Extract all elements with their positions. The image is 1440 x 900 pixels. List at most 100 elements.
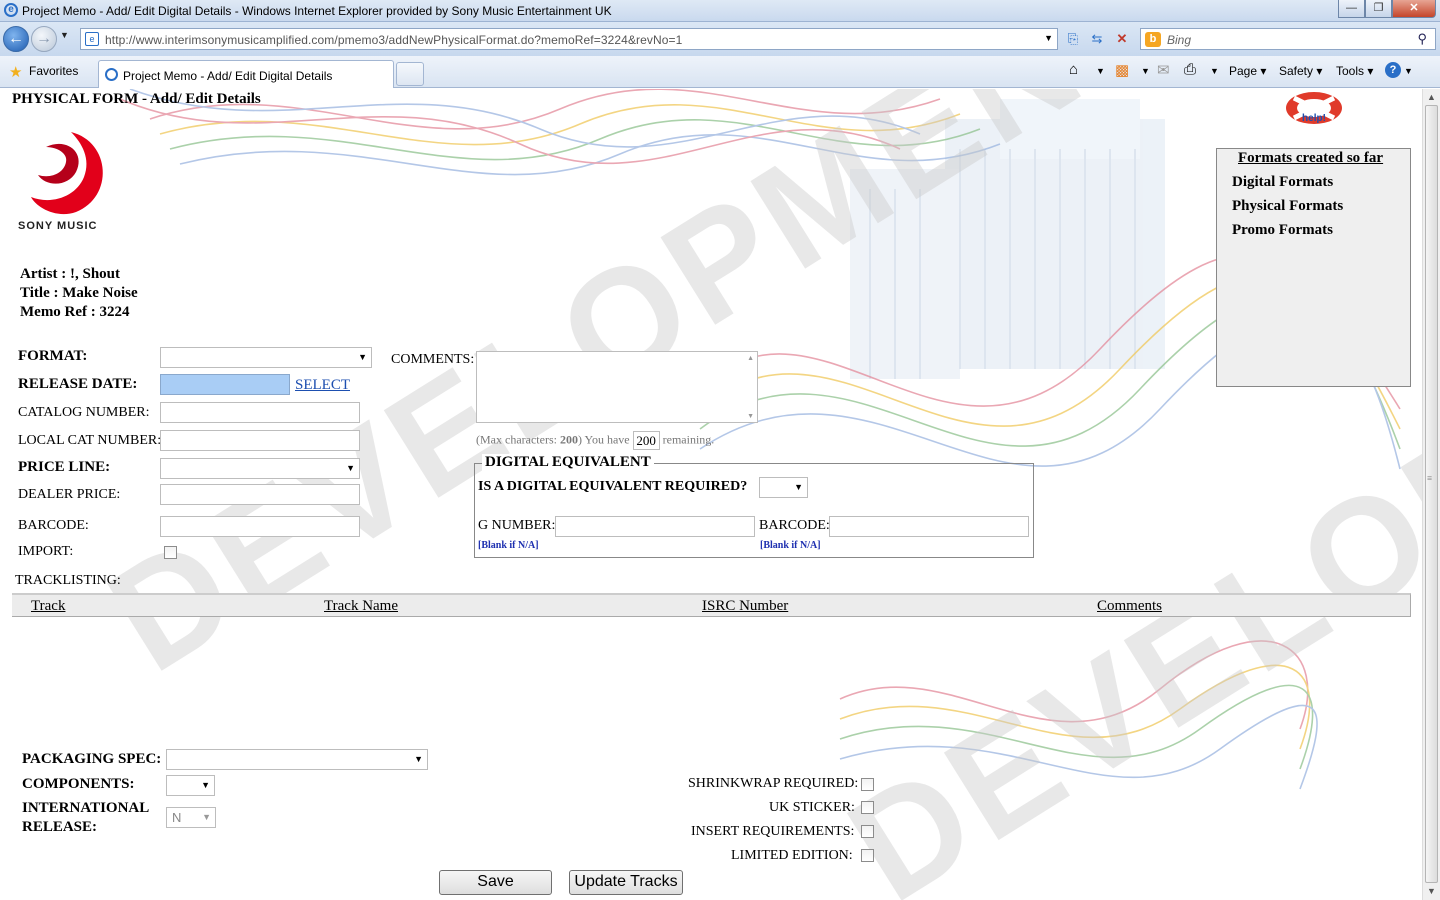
international-release-label-2: RELEASE: (22, 819, 98, 835)
favorites-star-icon[interactable]: ★ (9, 63, 22, 81)
scroll-up-icon[interactable]: ▲ (1427, 92, 1436, 102)
bing-icon: b (1145, 32, 1161, 47)
textarea-scroll-up-icon[interactable]: ▲ (747, 354, 754, 362)
import-checkbox[interactable] (164, 546, 177, 559)
window-titlebar: e Project Memo - Add/ Edit Digital Detai… (0, 0, 1440, 22)
barcode-label: BARCODE: (18, 518, 89, 533)
price-line-select[interactable]: ▼ (160, 458, 360, 479)
browser-tab[interactable]: Project Memo - Add/ Edit Digital Details (98, 60, 394, 88)
shrinkwrap-label: SHRINKWRAP REQUIRED: (688, 776, 859, 791)
search-placeholder: Bing (1167, 33, 1192, 47)
local-cat-number-field[interactable] (160, 430, 360, 451)
search-field[interactable]: b Bing ⚲ (1140, 28, 1436, 50)
page-title: PHYSICAL FORM - Add/ Edit Details (12, 91, 261, 107)
column-track-name[interactable]: Track Name (324, 598, 398, 615)
digital-equivalent-question: IS A DIGITAL EQUIVALENT REQUIRED? (478, 479, 748, 494)
close-button[interactable]: ✕ (1392, 0, 1436, 18)
components-label: COMPONENTS: (22, 776, 135, 792)
update-tracks-button[interactable]: Update Tracks (569, 870, 683, 895)
favorites-button[interactable]: Favorites (29, 64, 78, 78)
compatibility-view-icon[interactable]: ⎘ (1063, 30, 1083, 48)
international-release-select[interactable]: N ▼ (166, 807, 216, 828)
forward-button[interactable]: → (31, 26, 57, 52)
g-number-field[interactable] (555, 516, 755, 537)
insert-requirements-label: INSERT REQUIREMENTS: (691, 824, 855, 839)
tracklisting-label: TRACKLISTING: (15, 573, 121, 588)
tools-menu[interactable]: Tools ▾ (1336, 64, 1373, 78)
ie-icon: e (4, 3, 18, 17)
page-icon: e (85, 32, 99, 46)
comments-textarea[interactable]: ▲ ▼ (476, 351, 758, 423)
recent-pages-dropdown-icon[interactable]: ▼ (60, 30, 69, 40)
new-tab-button[interactable] (396, 62, 424, 86)
back-button[interactable]: ← (3, 26, 29, 52)
artist-info: Artist : !, Shout (20, 266, 120, 282)
digital-barcode-field[interactable] (829, 516, 1029, 537)
column-isrc-number[interactable]: ISRC Number (702, 598, 788, 615)
barcode-field[interactable] (160, 516, 360, 537)
column-track[interactable]: Track (31, 598, 65, 615)
textarea-scroll-down-icon[interactable]: ▼ (747, 412, 754, 420)
home-dropdown-icon[interactable]: ▼ (1096, 66, 1105, 76)
maximize-button[interactable]: ❐ (1365, 0, 1392, 18)
international-release-label-1: INTERNATIONAL (22, 800, 150, 816)
comments-label: COMMENTS: (391, 352, 475, 367)
tools-menu-label: Tools (1336, 64, 1365, 78)
release-date-field[interactable] (160, 374, 290, 395)
insert-requirements-checkbox[interactable] (861, 825, 874, 838)
catalog-number-label: CATALOG NUMBER: (18, 405, 150, 420)
page-content: DEVELOPMENT DEVELOPMENT PHYSICAL FORM - … (0, 89, 1422, 900)
safety-menu-label: Safety (1279, 64, 1314, 78)
read-mail-icon[interactable]: ✉ (1157, 61, 1170, 79)
column-comments[interactable]: Comments (1097, 598, 1162, 615)
select-date-link[interactable]: SELECT (295, 377, 350, 394)
max-chars-number: 200 (559, 432, 578, 447)
catalog-number-field[interactable] (160, 402, 360, 423)
digital-equivalent-select[interactable]: ▼ (759, 477, 808, 498)
page-scrollbar[interactable]: ▲ ≡ ▼ (1422, 89, 1440, 900)
url-field[interactable]: e http://www.interimsonymusicamplified.c… (80, 28, 1058, 50)
format-label: FORMAT: (18, 348, 88, 364)
formats-link-promo[interactable]: Promo Formats (1232, 222, 1333, 239)
format-select[interactable]: ▼ (160, 347, 372, 368)
feeds-dropdown-icon[interactable]: ▼ (1141, 66, 1150, 76)
import-label: IMPORT: (18, 544, 74, 559)
local-cat-number-label: LOCAL CAT NUMBER: (18, 433, 162, 448)
refresh-icon[interactable]: ⇆ (1087, 30, 1107, 48)
components-select[interactable]: ▼ (166, 775, 215, 796)
char-counter: (Max characters: 200) You have 200 remai… (476, 431, 714, 450)
dealer-price-field[interactable] (160, 484, 360, 505)
favorites-bar: ★ Favorites Project Memo - Add/ Edit Dig… (0, 56, 1440, 88)
packaging-spec-label: PACKAGING SPEC: (22, 751, 162, 767)
save-button[interactable]: Save (439, 870, 552, 895)
limited-edition-label: LIMITED EDITION: (731, 848, 853, 863)
feeds-icon[interactable]: ▩ (1115, 61, 1129, 79)
url-dropdown-icon[interactable]: ▼ (1044, 33, 1053, 43)
scroll-down-icon[interactable]: ▼ (1427, 886, 1436, 896)
search-icon[interactable]: ⚲ (1417, 31, 1427, 47)
uk-sticker-checkbox[interactable] (861, 801, 874, 814)
address-toolbar: ← → ▼ e http://www.interimsonymusicampli… (0, 22, 1440, 56)
stop-icon[interactable]: ✕ (1112, 30, 1132, 48)
print-icon[interactable]: ⎙ (1184, 61, 1196, 78)
minimize-button[interactable]: — (1338, 0, 1365, 18)
max-chars-prefix: (Max characters: (476, 432, 560, 447)
scrollbar-thumb[interactable] (1425, 105, 1438, 883)
remaining-count-field: 200 (632, 431, 660, 450)
page-menu[interactable]: Page ▾ (1229, 64, 1266, 78)
formats-link-digital[interactable]: Digital Formats (1232, 174, 1333, 191)
packaging-spec-select[interactable]: ▼ (166, 749, 428, 770)
home-icon[interactable]: ⌂ (1069, 61, 1078, 78)
help-label[interactable]: help! (1302, 113, 1326, 124)
print-dropdown-icon[interactable]: ▼ (1210, 66, 1219, 76)
formats-link-physical[interactable]: Physical Formats (1232, 198, 1343, 215)
help-dropdown-icon[interactable]: ▼ (1404, 66, 1413, 76)
page-menu-label: Page (1229, 64, 1258, 78)
safety-menu[interactable]: Safety ▾ (1279, 64, 1322, 78)
formats-created-panel: Formats created so far Digital Formats P… (1216, 148, 1411, 387)
limited-edition-checkbox[interactable] (861, 849, 874, 862)
help-icon[interactable]: ? (1385, 62, 1401, 78)
help-lifebuoy-icon[interactable]: help! (1284, 90, 1344, 126)
chevron-down-icon: ▼ (202, 812, 211, 822)
shrinkwrap-checkbox[interactable] (861, 778, 874, 791)
